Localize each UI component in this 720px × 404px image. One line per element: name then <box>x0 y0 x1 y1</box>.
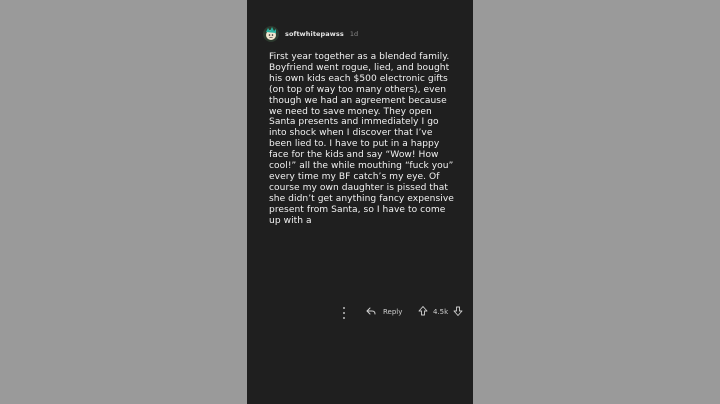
vote-count: 4.5k <box>433 308 449 316</box>
right-letterbox <box>473 0 720 404</box>
left-letterbox <box>0 0 247 404</box>
downvote-arrow-icon[interactable] <box>452 305 464 319</box>
comment-body: First year together as a blended family.… <box>269 52 454 226</box>
comment-age: 1d <box>349 30 359 38</box>
comment-panel: softwhitepawss 1d First year together as… <box>247 0 473 404</box>
more-options-icon[interactable] <box>341 307 347 319</box>
comment-actions: Reply 4.5k <box>247 301 473 325</box>
upvote-arrow-icon[interactable] <box>417 305 429 319</box>
username[interactable]: softwhitepawss <box>285 30 344 38</box>
reply-button[interactable]: Reply <box>365 305 402 319</box>
reply-arrow-icon <box>365 305 377 319</box>
reply-label: Reply <box>383 308 403 316</box>
comment-header: softwhitepawss 1d <box>263 24 358 44</box>
vote-controls: 4.5k <box>417 305 464 319</box>
user-avatar-icon[interactable] <box>263 26 279 42</box>
